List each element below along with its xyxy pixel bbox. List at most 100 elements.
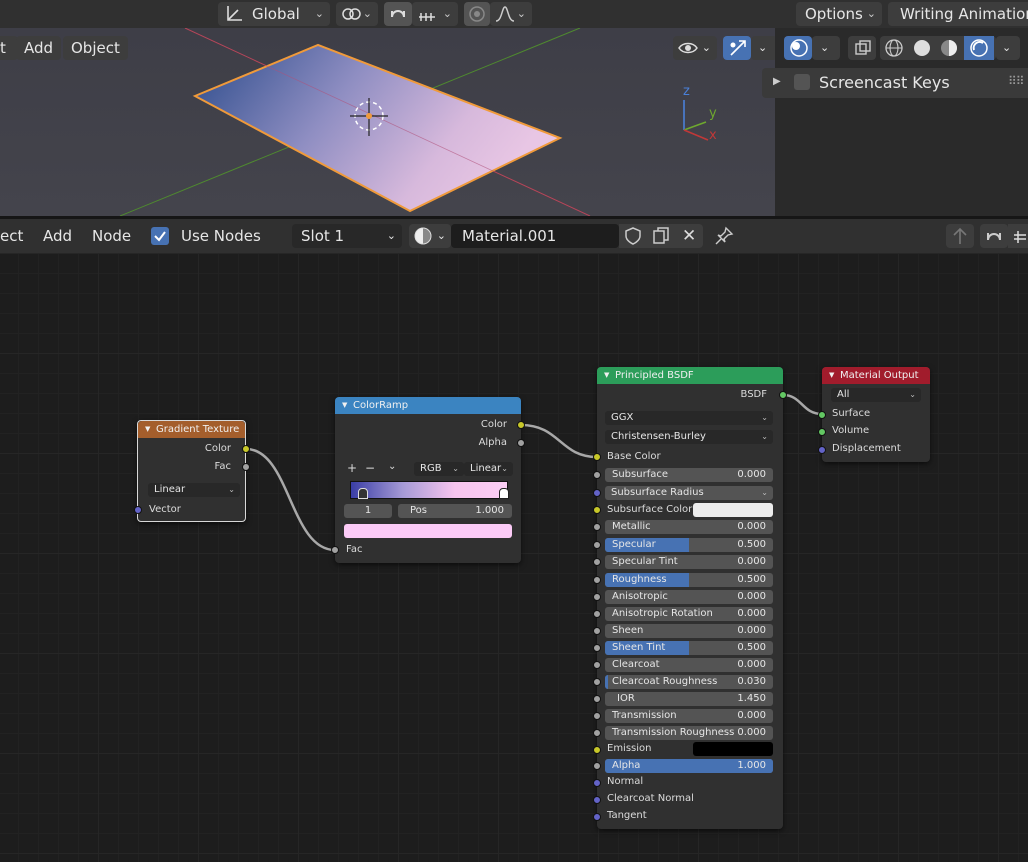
color-stop-handle-active[interactable]	[499, 488, 509, 499]
clearcoat-roughness-input-socket[interactable]	[593, 678, 601, 686]
stop-position-field[interactable]: Pos 1.000	[398, 504, 512, 518]
collapse-triangle-icon[interactable]: ▼	[604, 367, 609, 384]
specular-tint-input-socket[interactable]	[593, 558, 601, 566]
anisotropic-field[interactable]: Anisotropic 0.000	[605, 590, 773, 604]
colorramp-fac-input-socket[interactable]	[331, 546, 339, 554]
colorramp-alpha-output-socket[interactable]	[517, 439, 525, 447]
material-name-field[interactable]: Material.001	[451, 224, 619, 248]
specular-field[interactable]: Specular 0.500	[605, 538, 773, 552]
subsurface-field[interactable]: Subsurface 0.000	[605, 468, 773, 482]
displacement-input-socket[interactable]	[818, 446, 826, 454]
color-mode-dropdown[interactable]: RGB ⌄	[414, 462, 464, 476]
fake-user-button[interactable]	[619, 224, 647, 248]
proportional-editing-toggle[interactable]	[464, 2, 490, 26]
snap-element-dropdown[interactable]: ⌄	[412, 2, 458, 26]
clearcoat-input-socket[interactable]	[593, 661, 601, 669]
metallic-field[interactable]: Metallic 0.000	[605, 520, 773, 534]
overlays-dropdown[interactable]: ⌄	[812, 36, 840, 60]
use-nodes-checkbox[interactable]	[151, 227, 169, 245]
subsurface-method-dropdown[interactable]: Christensen-Burley ⌄	[605, 430, 773, 444]
principled-bsdf-node[interactable]: ▼ Principled BSDF BSDF GGX ⌄ Christensen…	[597, 367, 783, 829]
subsurface-color-input-socket[interactable]	[593, 506, 601, 514]
select-menu[interactable]: ect	[0, 219, 23, 253]
object-menu[interactable]: Object	[63, 36, 128, 60]
anisotropic-rotation-field[interactable]: Anisotropic Rotation 0.000	[605, 607, 773, 621]
color-ramp-bar[interactable]	[350, 481, 508, 499]
collapse-triangle-icon[interactable]: ▼	[145, 421, 150, 438]
tangent-input-socket[interactable]	[593, 813, 601, 821]
material-preview-icon[interactable]	[939, 38, 959, 65]
workspace-tab[interactable]: Writing Animation	[888, 2, 1028, 26]
subsurface-radius-input-socket[interactable]	[593, 489, 601, 497]
solid-shading-icon[interactable]	[912, 38, 932, 65]
gradient-color-output-socket[interactable]	[242, 445, 250, 453]
gradient-fac-output-socket[interactable]	[242, 463, 250, 471]
color-stop-handle[interactable]	[358, 488, 368, 499]
gizmo-y-label[interactable]: y	[709, 106, 717, 121]
stop-color-swatch[interactable]	[344, 524, 512, 538]
anisotropic-rotation-input-socket[interactable]	[593, 610, 601, 618]
proportional-falloff-dropdown[interactable]: ⌄	[490, 2, 532, 26]
gradient-texture-node[interactable]: ▼ Gradient Texture Color Fac Linear ⌄ Ve…	[137, 420, 246, 522]
node-header[interactable]: ▼ Material Output	[822, 367, 930, 384]
collapse-triangle-icon[interactable]: ▼	[829, 367, 834, 384]
output-target-dropdown[interactable]: All ⌄	[831, 388, 921, 402]
gradient-type-dropdown[interactable]: Linear ⌄	[148, 483, 240, 497]
drag-handle-icon[interactable]: ⠿⠿	[1008, 74, 1025, 88]
subsurface-color-swatch[interactable]	[693, 503, 773, 517]
roughness-field[interactable]: Roughness 0.500	[605, 573, 773, 587]
sheen-field[interactable]: Sheen 0.000	[605, 624, 773, 638]
normal-input-socket[interactable]	[593, 779, 601, 787]
anisotropic-input-socket[interactable]	[593, 593, 601, 601]
sheen-tint-field[interactable]: Sheen Tint 0.500	[605, 641, 773, 655]
slot-dropdown[interactable]: Slot 1 ⌄	[292, 224, 402, 248]
transform-orientation-dropdown[interactable]: Global ⌄	[218, 2, 330, 26]
node-menu[interactable]: Node	[92, 219, 131, 253]
shading-dropdown[interactable]: ⌄	[996, 36, 1020, 60]
transmission-input-socket[interactable]	[593, 712, 601, 720]
distribution-dropdown[interactable]: GGX ⌄	[605, 411, 773, 425]
material-browse-dropdown[interactable]: ⌄	[409, 224, 451, 248]
transmission-field[interactable]: Transmission 0.000	[605, 709, 773, 723]
emission-color-swatch[interactable]	[693, 742, 773, 756]
screencast-keys-panel[interactable]: ▶ Screencast Keys ⠿⠿	[762, 68, 1028, 98]
add-menu[interactable]: Add	[16, 36, 62, 60]
subsurface-input-socket[interactable]	[593, 471, 601, 479]
transmission-roughness-field[interactable]: Transmission Roughness 0.000	[605, 726, 773, 740]
gizmo-dropdown[interactable]: ⌄	[751, 36, 775, 60]
metallic-input-socket[interactable]	[593, 523, 601, 531]
unlink-material-button[interactable]: ✕	[675, 224, 703, 248]
options-dropdown[interactable]: Options ⌄	[796, 2, 882, 26]
base-color-input-socket[interactable]	[593, 453, 601, 461]
gizmo-x-label[interactable]: x	[709, 128, 717, 143]
screencast-keys-checkbox[interactable]	[794, 74, 810, 90]
specular-tint-field[interactable]: Specular Tint 0.000	[605, 555, 773, 569]
visibility-dropdown[interactable]: ⌄	[673, 36, 717, 60]
add-stop-button[interactable]: +	[347, 461, 357, 475]
node-header[interactable]: ▼ ColorRamp	[335, 397, 521, 414]
gizmo-toggle[interactable]	[723, 36, 751, 60]
colorramp-color-output-socket[interactable]	[517, 421, 525, 429]
node-header[interactable]: ▼ Principled BSDF	[597, 367, 783, 384]
snap-toggle[interactable]	[980, 224, 1008, 248]
ior-input-socket[interactable]	[593, 695, 601, 703]
alpha-input-socket[interactable]	[593, 762, 601, 770]
gizmo-z-label[interactable]: z	[683, 84, 690, 99]
material-output-node[interactable]: ▼ Material Output All ⌄ Surface Volume D…	[822, 367, 930, 462]
alpha-field[interactable]: Alpha 1.000	[605, 759, 773, 773]
collapse-triangle-icon[interactable]: ▼	[342, 397, 347, 414]
3d-viewport[interactable]: z y x t Add Object ⌄ ⌄	[0, 28, 775, 216]
xray-toggle[interactable]	[848, 36, 876, 60]
rendered-shading-icon[interactable]	[964, 36, 994, 60]
ior-field[interactable]: IOR 1.450	[605, 692, 773, 706]
pin-button[interactable]	[710, 224, 738, 248]
specular-input-socket[interactable]	[593, 541, 601, 549]
gradient-vector-input-socket[interactable]	[134, 506, 142, 514]
pivot-point-dropdown[interactable]: ⌄	[336, 2, 378, 26]
clearcoat-field[interactable]: Clearcoat 0.000	[605, 658, 773, 672]
sheen-tint-input-socket[interactable]	[593, 644, 601, 652]
wireframe-shading-icon[interactable]	[884, 38, 904, 65]
overlays-toggle[interactable]	[784, 36, 812, 60]
parent-node-tree-button[interactable]	[946, 224, 974, 248]
clearcoat-roughness-field[interactable]: Clearcoat Roughness 0.030	[605, 675, 773, 689]
